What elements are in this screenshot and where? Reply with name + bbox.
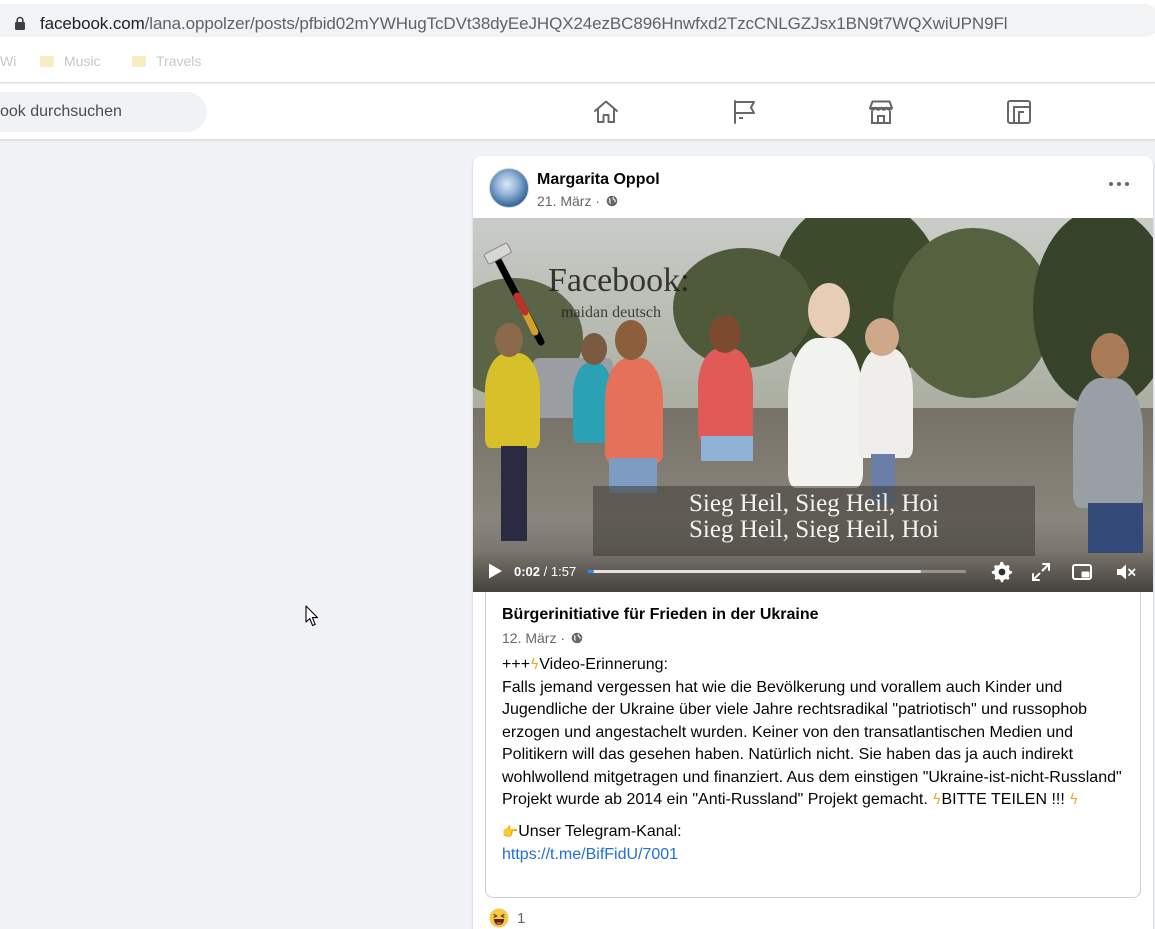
video-frame-person	[865, 318, 899, 356]
subtitle-line: Sieg Heil, Sieg Heil, Hoi	[689, 490, 939, 517]
video-frame-person	[698, 348, 753, 443]
play-icon[interactable]	[487, 562, 503, 580]
telegram-link-line: https://t.me/BifFidU/7001	[502, 844, 1126, 867]
video-frame-person	[605, 358, 663, 463]
lock-icon	[15, 16, 25, 30]
browser-address-bar: facebook.com/lana.oppolzer/posts/pfbid02…	[0, 0, 1155, 41]
haha-reaction-icon	[489, 908, 509, 928]
video-frame-tree	[673, 248, 813, 368]
bookmark-label: Music	[64, 53, 101, 69]
fullscreen-icon[interactable]	[1030, 561, 1052, 583]
video-frame-person	[485, 353, 540, 448]
lightning-emoji-icon: ϟ	[932, 792, 942, 808]
lightning-emoji-icon: ϟ	[530, 657, 540, 673]
bookmarks-bar: Wi Music Travels	[0, 41, 1155, 83]
folder-icon	[40, 56, 54, 67]
video-player[interactable]: Facebook: maidan deutsch Sieg Heil, Sieg…	[473, 218, 1153, 592]
telegram-line: 👉Unser Telegram-Kanal:	[502, 821, 1126, 845]
text-line: +++ϟVideo-Erinnerung:	[502, 654, 1126, 677]
video-subtitles: Sieg Heil, Sieg Heil, Hoi Sieg Heil, Sie…	[593, 486, 1035, 556]
text-heading: Video-Erinnerung:	[539, 656, 668, 673]
picture-in-picture-icon[interactable]	[1071, 561, 1093, 583]
video-frame-person	[615, 320, 647, 360]
duration: 1:57	[550, 564, 577, 579]
text-body-end: BITTE TEILEN !!!	[941, 791, 1070, 808]
video-frame-person	[501, 446, 527, 541]
video-frame-person	[788, 338, 863, 488]
current-time: 0:02	[514, 564, 541, 579]
reaction-count: 1	[517, 910, 526, 927]
shared-post-author[interactable]: Bürgerinitiative für Frieden in der Ukra…	[502, 606, 819, 624]
mouse-cursor-icon	[305, 605, 319, 627]
facebook-header	[0, 84, 1155, 140]
video-frame-person	[858, 348, 913, 458]
progress-played	[588, 570, 595, 573]
settings-gear-icon[interactable]	[991, 561, 1013, 583]
search-box[interactable]	[0, 92, 207, 132]
video-frame-person	[709, 315, 741, 353]
video-watermark-subtitle: maidan deutsch	[561, 304, 661, 321]
meta-separator: ·	[595, 193, 601, 209]
mute-icon[interactable]	[1115, 561, 1137, 583]
pointing-hand-emoji-icon: 👉	[502, 824, 519, 840]
bookmark-folder-travels[interactable]: Travels	[132, 53, 201, 69]
video-frame-person	[1073, 378, 1143, 508]
video-frame-person	[701, 436, 753, 461]
folder-icon	[132, 56, 146, 67]
gaming-icon[interactable]	[1005, 98, 1033, 126]
shared-post-meta: 12. März ·	[502, 630, 583, 646]
video-frame-person	[581, 333, 607, 365]
video-frame-person	[1091, 333, 1129, 379]
video-time: 0:02 / 1:57	[514, 564, 576, 579]
post-author[interactable]: Margarita Oppol	[537, 171, 660, 189]
pages-flag-icon[interactable]	[731, 98, 759, 126]
video-frame-person	[808, 283, 850, 338]
time-separator: /	[540, 564, 551, 579]
url-field[interactable]: facebook.com/lana.oppolzer/posts/pfbid02…	[0, 4, 1155, 37]
bookmark-label: Wi	[0, 53, 17, 69]
shared-post: Bürgerinitiative für Frieden in der Ukra…	[485, 592, 1141, 898]
url-domain: facebook.com	[40, 14, 145, 33]
video-watermark-title: Facebook:	[548, 262, 690, 299]
more-options-icon[interactable]	[1105, 174, 1133, 194]
shared-post-date[interactable]: 12. März	[502, 630, 556, 646]
text-prefix: +++	[502, 656, 531, 673]
post-meta: 21. März ·	[537, 193, 618, 209]
lightning-emoji-icon: ϟ	[1069, 792, 1079, 808]
url-path: /lana.oppolzer/posts/pfbid02mYWHugTcDVt3…	[144, 14, 1008, 33]
hammer-overlay-icon	[483, 242, 545, 346]
bookmark-item[interactable]: Wi	[0, 53, 16, 69]
marketplace-store-icon[interactable]	[867, 98, 895, 126]
text-body: Falls jemand vergessen hat wie die Bevöl…	[502, 677, 1126, 812]
subtitle-line: Sieg Heil, Sieg Heil, Hoi	[689, 516, 939, 543]
video-controls: 0:02 / 1:57	[473, 550, 1153, 592]
video-progress-bar[interactable]	[588, 570, 966, 573]
globe-icon	[606, 195, 618, 207]
shared-post-text: +++ϟVideo-Erinnerung: Falls jemand verge…	[502, 654, 1126, 867]
search-input[interactable]	[0, 92, 160, 132]
bookmark-label: Travels	[156, 53, 202, 69]
telegram-link[interactable]: https://t.me/BifFidU/7001	[502, 846, 678, 863]
home-icon[interactable]	[592, 98, 620, 126]
bookmark-folder-music[interactable]: Music	[40, 53, 101, 69]
text-body-main: Falls jemand vergessen hat wie die Bevöl…	[502, 678, 1122, 809]
progress-buffered	[588, 570, 921, 573]
post-card: Margarita Oppol 21. März · Facebook: mai…	[473, 156, 1153, 929]
globe-icon	[571, 632, 583, 644]
meta-separator: ·	[560, 630, 566, 646]
telegram-label: Unser Telegram-Kanal:	[518, 822, 682, 840]
video-frame-person	[1088, 503, 1143, 553]
avatar[interactable]	[489, 168, 529, 208]
video-frame-tree	[893, 228, 1053, 398]
post-date[interactable]: 21. März	[537, 193, 591, 209]
url-text[interactable]: facebook.com/lana.oppolzer/posts/pfbid02…	[40, 14, 1008, 34]
